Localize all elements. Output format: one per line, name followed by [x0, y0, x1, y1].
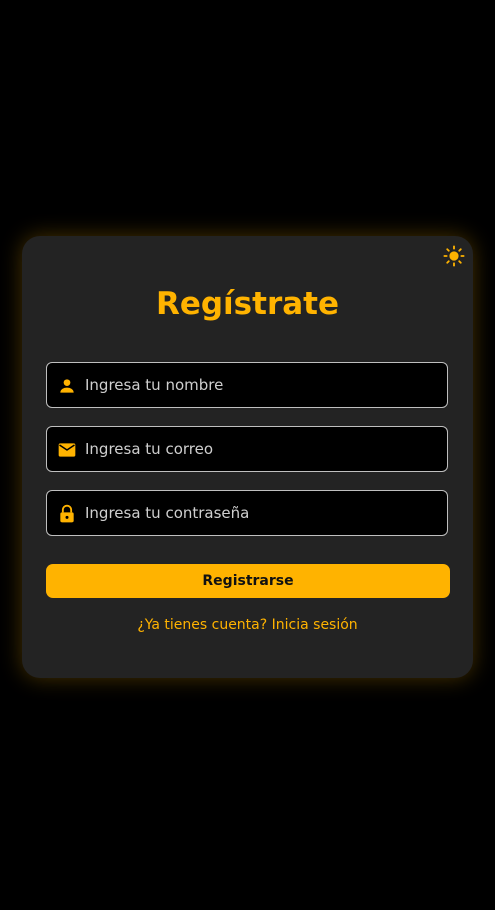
password-field[interactable]	[46, 490, 448, 536]
name-field[interactable]	[46, 362, 448, 408]
login-prompt-text: ¿Ya tienes cuenta?	[137, 617, 268, 633]
register-button[interactable]: Registrarse	[46, 564, 450, 598]
person-icon	[60, 379, 74, 393]
login-prompt-row: ¿Ya tienes cuenta? Inicia sesión	[22, 617, 473, 633]
sun-icon	[443, 245, 465, 267]
name-input[interactable]	[85, 363, 440, 407]
login-link[interactable]: Inicia sesión	[272, 617, 358, 633]
theme-toggle-button[interactable]	[443, 245, 465, 267]
password-input[interactable]	[85, 491, 440, 535]
email-field[interactable]	[46, 426, 448, 472]
mail-icon	[58, 443, 76, 457]
email-input[interactable]	[85, 427, 440, 471]
lock-icon	[60, 504, 74, 523]
form-title: Regístrate	[155, 286, 340, 322]
register-card: Regístrate Registrarse ¿Ya tienes cuenta…	[22, 236, 473, 678]
